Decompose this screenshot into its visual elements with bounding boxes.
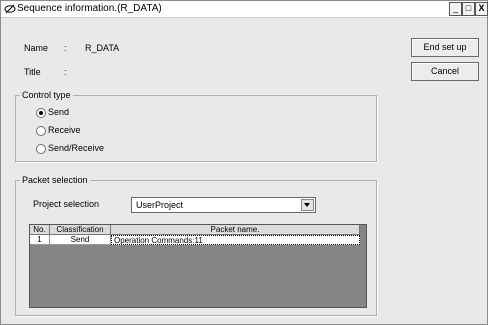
window-title: Sequence information.(R_DATA) [17, 3, 162, 14]
radio-send-label[interactable]: Send [48, 107, 69, 117]
column-header-classification[interactable]: Classification [50, 225, 111, 235]
project-selection-value: UserProject [136, 200, 184, 210]
project-selection-dropdown[interactable]: UserProject [131, 197, 316, 213]
name-separator: : [64, 43, 67, 53]
cancel-button[interactable]: Cancel [411, 62, 479, 81]
sequence-information-dialog: Sequence information.(R_DATA) _ □ X Name… [0, 0, 488, 325]
column-header-packet-name[interactable]: Packet name. [111, 225, 360, 235]
table-cell-classification[interactable]: Send [50, 235, 111, 245]
control-type-group: Control type Send Receive Send/Receive [15, 90, 377, 162]
title-separator: : [64, 67, 67, 77]
maximize-button[interactable]: □ [462, 2, 475, 16]
project-selection-label: Project selection [33, 199, 100, 209]
packet-selection-group: Packet selection Project selection UserP… [15, 175, 377, 316]
control-type-legend: Control type [20, 90, 73, 100]
radio-send-receive-label[interactable]: Send/Receive [48, 143, 104, 153]
radio-receive-label[interactable]: Receive [48, 125, 81, 135]
minimize-button[interactable]: _ [449, 2, 462, 16]
column-header-no[interactable]: No. [30, 225, 50, 235]
title-label: Title [24, 67, 41, 77]
name-value: R_DATA [85, 43, 120, 53]
end-setup-button[interactable]: End set up [411, 38, 479, 57]
close-button[interactable]: X [475, 2, 488, 16]
radio-send-indicator[interactable] [36, 108, 46, 118]
packet-selection-legend: Packet selection [20, 175, 90, 185]
title-bar[interactable]: Sequence information.(R_DATA) _ □ X [1, 1, 488, 18]
name-label: Name [24, 43, 49, 53]
chevron-down-icon[interactable] [301, 199, 314, 211]
app-icon [4, 4, 16, 14]
radio-receive-indicator[interactable] [36, 126, 46, 136]
radio-selected-dot [39, 111, 43, 115]
packet-table[interactable]: No. Classification Packet name. 1 Send O… [29, 224, 367, 308]
radio-send-receive-indicator[interactable] [36, 144, 46, 154]
table-cell-packet-name[interactable]: Operation Commands:11 [111, 235, 360, 245]
table-cell-no[interactable]: 1 [30, 235, 50, 245]
